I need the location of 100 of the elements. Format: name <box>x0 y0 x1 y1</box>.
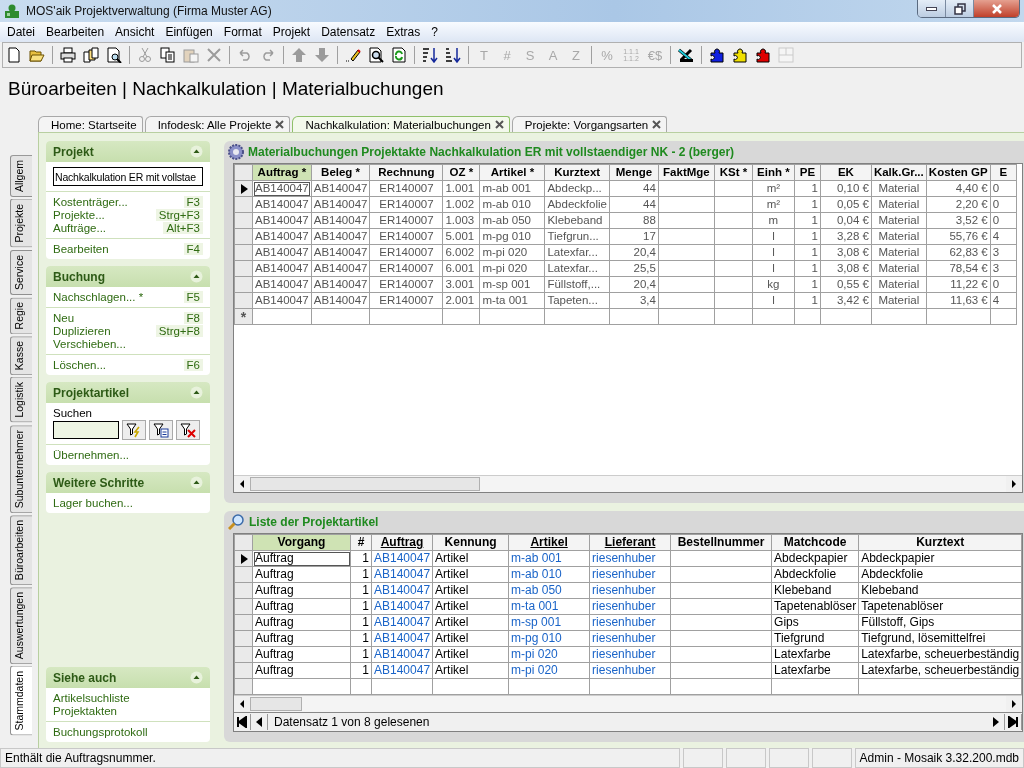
column-header[interactable]: OZ * <box>442 164 480 181</box>
column-header[interactable]: Lieferant <box>589 534 671 551</box>
table-cell[interactable]: riesenhuber <box>589 598 671 615</box>
side-tab[interactable]: Regie <box>10 296 32 335</box>
first-record-button[interactable] <box>234 714 251 730</box>
puzzle-piece-icon[interactable] <box>755 47 771 63</box>
column-header[interactable]: Kalk.Gr... <box>871 164 927 181</box>
table-cell[interactable]: m-ab 050 <box>508 582 590 599</box>
table-cell[interactable]: riesenhuber <box>589 646 671 663</box>
column-header[interactable]: Kennung <box>432 534 509 551</box>
sidebar-link[interactable]: Buchungsprotokoll <box>53 726 148 738</box>
collapse-icon[interactable] <box>190 386 203 399</box>
side-tab[interactable]: Subunternehmer <box>10 425 32 514</box>
sidebar-link[interactable]: Kostenträger... <box>53 196 128 208</box>
tool-icon[interactable] <box>678 47 694 63</box>
side-tab[interactable]: Kasse <box>10 336 32 376</box>
panel-header[interactable]: Siehe auch <box>46 667 210 688</box>
last-record-button[interactable] <box>1005 714 1023 730</box>
panel-header[interactable]: Buchung <box>46 266 210 287</box>
table-cell[interactable]: AB140047 <box>371 550 433 567</box>
sidebar-link[interactable]: Nachschlagen... * <box>53 291 144 303</box>
document-icon[interactable] <box>6 47 22 63</box>
side-tab[interactable]: Logistik <box>10 377 32 423</box>
minimize-button[interactable] <box>918 0 946 17</box>
close-button[interactable] <box>974 0 1019 17</box>
menu-item[interactable]: Einfügen <box>160 25 219 39</box>
column-header[interactable]: Bestellnummer <box>670 534 772 551</box>
side-tab[interactable]: Auswertungen <box>10 587 32 665</box>
column-header[interactable]: Matchcode <box>771 534 859 551</box>
column-header[interactable]: Auftrag * <box>252 164 312 181</box>
collapse-icon[interactable] <box>190 145 203 158</box>
column-header[interactable]: Kurztext <box>544 164 610 181</box>
column-header[interactable]: FaktMge <box>658 164 715 181</box>
menu-item[interactable]: Ansicht <box>110 25 161 39</box>
close-icon[interactable] <box>494 120 504 129</box>
sidebar-link[interactable]: Projekte... <box>53 209 105 221</box>
sidebar-link[interactable]: Löschen... <box>53 359 107 371</box>
column-header[interactable]: Einh * <box>752 164 795 181</box>
sidebar-link[interactable]: Lager buchen... <box>53 497 133 509</box>
column-header[interactable]: Artikel * <box>479 164 545 181</box>
table-cell[interactable]: riesenhuber <box>589 662 671 679</box>
table-cell[interactable]: m-pg 010 <box>508 630 590 647</box>
side-tab[interactable]: Allgem <box>10 155 32 198</box>
menu-item[interactable]: Projekt <box>267 25 317 39</box>
table-cell[interactable]: riesenhuber <box>589 566 671 583</box>
side-tab[interactable]: Büroarbeiten <box>10 515 32 586</box>
table-cell[interactable]: riesenhuber <box>589 550 671 567</box>
search-icon[interactable] <box>368 47 384 63</box>
menu-item[interactable]: Bearbeiten <box>41 25 111 39</box>
table-cell[interactable]: m-pi 020 <box>508 646 590 663</box>
puzzle-piece-icon[interactable] <box>732 47 748 63</box>
table-cell[interactable]: m-ab 010 <box>508 566 590 583</box>
column-header[interactable]: Vorgang <box>252 534 351 551</box>
column-header[interactable]: Auftrag <box>371 534 433 551</box>
menu-item[interactable]: ? <box>426 25 444 39</box>
table-cell[interactable]: AB140047 <box>371 646 433 663</box>
copy-icon[interactable] <box>160 47 176 63</box>
collapse-icon[interactable] <box>190 671 203 684</box>
side-tab[interactable]: Service <box>10 249 32 295</box>
search-field[interactable] <box>53 421 119 439</box>
collapse-icon[interactable] <box>190 476 203 489</box>
horizontal-scrollbar[interactable] <box>234 475 1023 492</box>
tab[interactable]: Infodesk: Alle Projekte <box>144 116 291 132</box>
table-cell[interactable]: AB140047 <box>371 662 433 679</box>
sidebar-link[interactable]: Bearbeiten <box>53 243 109 255</box>
sidebar-link[interactable]: Projektakten <box>53 705 117 717</box>
table-cell[interactable]: m-ab 001 <box>508 550 590 567</box>
refresh-icon[interactable] <box>391 47 407 63</box>
table-cell[interactable]: AB140047 <box>371 598 433 615</box>
preview-icon[interactable] <box>106 47 122 63</box>
sort-ascending-icon[interactable] <box>422 47 438 63</box>
tab[interactable]: Home: Startseite <box>38 116 143 132</box>
column-header[interactable]: PE <box>794 164 821 181</box>
sidebar-link[interactable]: Duplizieren <box>53 325 111 337</box>
restore-button[interactable] <box>946 0 974 17</box>
pencil-icon[interactable] <box>345 47 361 63</box>
column-header[interactable]: KSt * <box>714 164 753 181</box>
column-header[interactable]: Kurztext <box>858 534 1022 551</box>
table-cell[interactable]: AB140047 <box>371 630 433 647</box>
sort-descending-icon[interactable] <box>445 47 461 63</box>
panel-header[interactable]: Weitere Schritte <box>46 472 210 493</box>
pages-icon[interactable] <box>83 47 99 63</box>
table-cell[interactable]: m-pi 020 <box>508 662 590 679</box>
panel-header[interactable]: Projekt <box>46 141 210 162</box>
menu-item[interactable]: Datensatz <box>316 25 382 39</box>
column-header[interactable]: Artikel <box>508 534 590 551</box>
sidebar-link[interactable]: Aufträge... <box>53 222 107 234</box>
menu-item[interactable]: Format <box>218 25 268 39</box>
menu-item[interactable]: Datei <box>2 25 41 39</box>
table-cell[interactable]: riesenhuber <box>589 582 671 599</box>
column-header[interactable]: # <box>350 534 372 551</box>
printer-icon[interactable] <box>60 47 76 63</box>
column-header[interactable]: E <box>990 164 1017 181</box>
side-tab[interactable]: Stammdaten <box>10 666 32 736</box>
sidebar-link[interactable]: Verschieben... <box>53 338 126 350</box>
table-cell[interactable]: m-ta 001 <box>508 598 590 615</box>
column-header[interactable]: EK <box>820 164 872 181</box>
project-field[interactable]: Nachkalkulation ER mit vollstae <box>53 167 203 186</box>
column-header[interactable]: Beleg * <box>311 164 370 181</box>
table-cell[interactable]: m-sp 001 <box>508 614 590 631</box>
